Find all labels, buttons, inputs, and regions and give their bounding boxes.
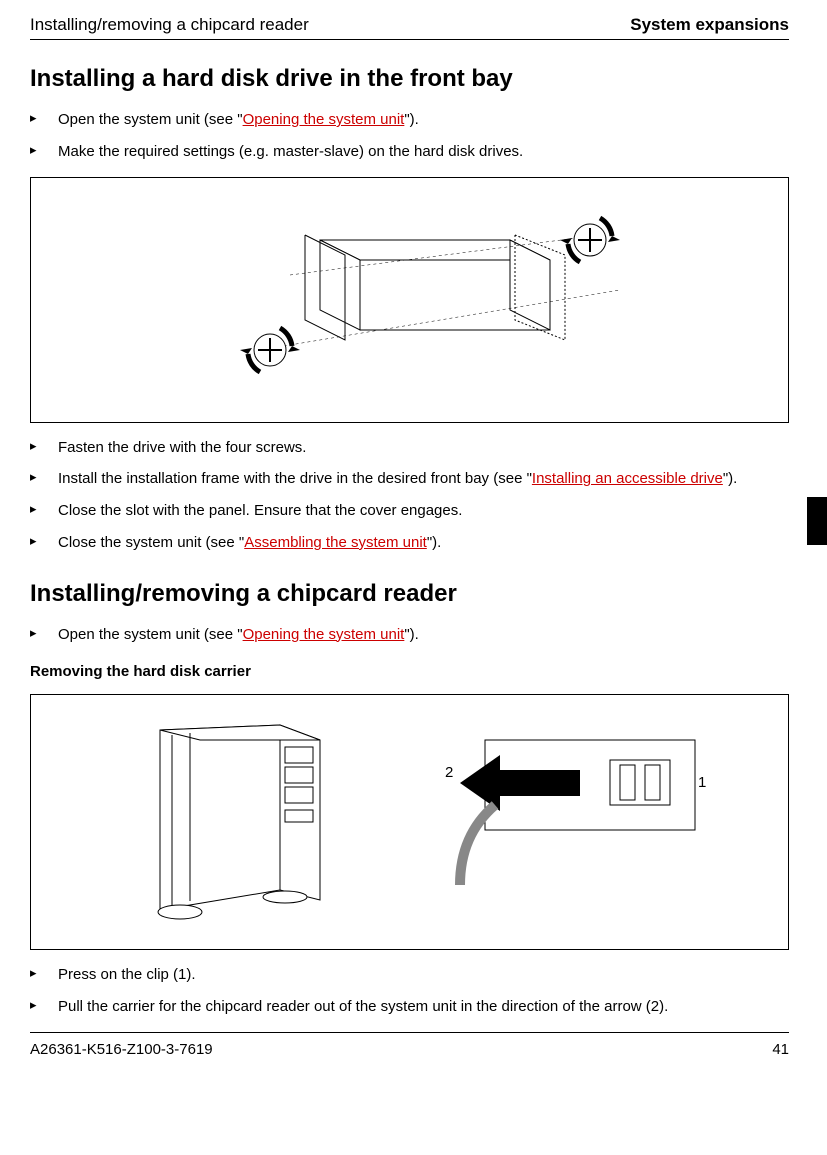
section-title-1: Installing a hard disk drive in the fron… <box>30 65 789 93</box>
list-item-text: "). <box>404 626 419 643</box>
list-item-text: Fasten the drive with the four screws. <box>58 439 306 456</box>
link-opening-system-unit-2[interactable]: Opening the system unit <box>243 626 405 643</box>
running-header: Installing/removing a chipcard reader Sy… <box>30 15 789 35</box>
footer-left: A26361-K516-Z100-3-7619 <box>30 1041 213 1058</box>
subheading-removing-carrier: Removing the hard disk carrier <box>30 663 789 680</box>
figure-drive-screws <box>30 177 789 423</box>
footer-right: 41 <box>772 1041 789 1058</box>
page-container: Installing/removing a chipcard reader Sy… <box>0 0 827 1155</box>
header-rule <box>30 39 789 40</box>
list-item: Open the system unit (see "Opening the s… <box>30 624 789 646</box>
steps-list-2b: Press on the clip (1). Pull the carrier … <box>30 964 789 1018</box>
list-item: Close the slot with the panel. Ensure th… <box>30 500 789 522</box>
header-left: Installing/removing a chipcard reader <box>30 15 309 35</box>
steps-list-1a: Open the system unit (see "Opening the s… <box>30 109 789 163</box>
list-item-text: "). <box>723 470 738 487</box>
list-item-text: Press on the clip (1). <box>58 966 196 983</box>
list-item: Install the installation frame with the … <box>30 468 789 490</box>
list-item: Make the required settings (e.g. master-… <box>30 141 789 163</box>
list-item-text: Open the system unit (see " <box>58 111 243 128</box>
footer: A26361-K516-Z100-3-7619 41 <box>30 1041 789 1058</box>
list-item-text: "). <box>404 111 419 128</box>
footer-rule <box>30 1032 789 1033</box>
list-item: Open the system unit (see "Opening the s… <box>30 109 789 131</box>
list-item: Close the system unit (see "Assembling t… <box>30 532 789 554</box>
figure-carrier-removal: 2 1 <box>30 694 789 950</box>
steps-list-2a: Open the system unit (see "Opening the s… <box>30 624 789 646</box>
list-item-text: Close the system unit (see " <box>58 534 244 551</box>
link-installing-accessible-drive[interactable]: Installing an accessible drive <box>532 470 723 487</box>
link-assembling-system-unit[interactable]: Assembling the system unit <box>244 534 427 551</box>
list-item: Pull the carrier for the chipcard reader… <box>30 996 789 1018</box>
list-item-text: Make the required settings (e.g. master-… <box>58 143 523 160</box>
header-right: System expansions <box>630 15 789 35</box>
steps-list-1b: Fasten the drive with the four screws. I… <box>30 437 789 554</box>
list-item: Fasten the drive with the four screws. <box>30 437 789 459</box>
section-title-2: Installing/removing a chipcard reader <box>30 580 789 608</box>
figure-label-2: 2 <box>445 764 453 781</box>
list-item-text: Close the slot with the panel. Ensure th… <box>58 502 462 519</box>
list-item-text: "). <box>427 534 442 551</box>
figure-label-1: 1 <box>698 774 706 791</box>
list-item: Press on the clip (1). <box>30 964 789 986</box>
link-opening-system-unit[interactable]: Opening the system unit <box>243 111 405 128</box>
list-item-text: Install the installation frame with the … <box>58 470 532 487</box>
page-tab-marker <box>807 497 827 545</box>
list-item-text: Open the system unit (see " <box>58 626 243 643</box>
list-item-text: Pull the carrier for the chipcard reader… <box>58 998 668 1015</box>
